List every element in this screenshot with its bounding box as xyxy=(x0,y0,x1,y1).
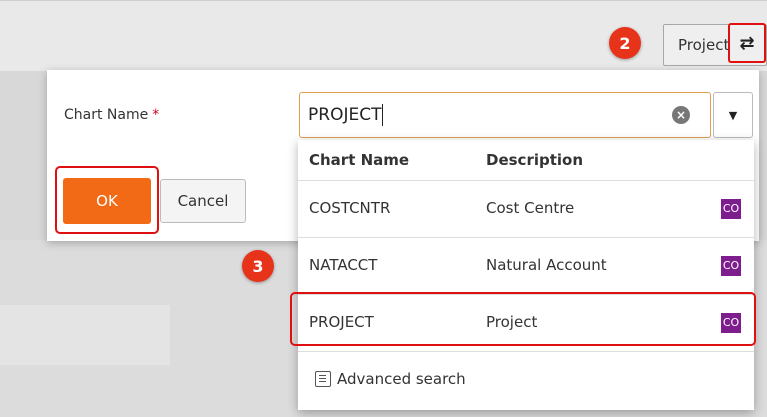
list-item-name: COSTCNTR xyxy=(309,199,391,217)
step-badge-3: 3 xyxy=(242,250,274,282)
project-button-label: Project xyxy=(678,36,730,54)
list-search-icon xyxy=(315,371,331,387)
dropdown-header: Chart Name Description xyxy=(298,140,754,181)
list-item[interactable]: COSTCNTR Cost Centre CO xyxy=(298,181,754,238)
advanced-search-label: Advanced search xyxy=(337,370,466,388)
swap-arrows-icon[interactable]: ⇄ xyxy=(728,23,766,63)
clear-icon[interactable]: × xyxy=(672,106,690,124)
cancel-button[interactable]: Cancel xyxy=(160,179,246,223)
list-item-name: NATACCT xyxy=(309,256,378,274)
background-header xyxy=(0,0,767,71)
dropdown-toggle-button[interactable]: ▼ xyxy=(713,92,753,138)
advanced-search-link[interactable]: Advanced search xyxy=(315,370,466,388)
text-caret xyxy=(382,104,384,126)
column-header-description: Description xyxy=(486,151,584,169)
row-highlight-box xyxy=(290,292,756,346)
chevron-down-icon: ▼ xyxy=(728,108,738,122)
background-field xyxy=(0,305,170,365)
list-item[interactable]: NATACCT Natural Account CO xyxy=(298,238,754,295)
chart-name-label-text: Chart Name xyxy=(64,107,149,123)
column-header-chart-name: Chart Name xyxy=(309,151,410,169)
list-item-tag: CO xyxy=(721,256,741,276)
chart-dropdown: Chart Name Description COSTCNTR Cost Cen… xyxy=(290,140,756,410)
chart-name-label: Chart Name * xyxy=(64,107,159,123)
list-item-description: Cost Centre xyxy=(486,199,575,217)
ok-button[interactable]: OK xyxy=(63,178,151,224)
list-item-tag: CO xyxy=(721,199,741,219)
chart-name-input[interactable]: PROJECT × xyxy=(299,92,711,138)
step-badge-2: 2 xyxy=(609,27,641,59)
list-item-description: Natural Account xyxy=(486,256,607,274)
chart-name-input-value: PROJECT xyxy=(308,105,382,125)
required-marker: * xyxy=(152,107,160,123)
